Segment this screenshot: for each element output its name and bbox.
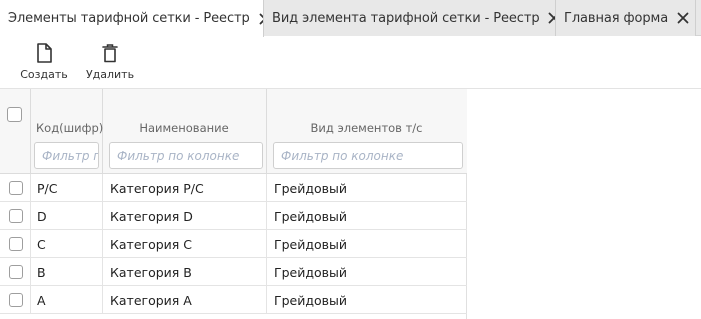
table-row[interactable]: P/C Категория P/C Грейдовый xyxy=(0,174,467,202)
create-label: Создать xyxy=(20,68,68,81)
cell-code: P/C xyxy=(37,180,58,196)
column-divider xyxy=(102,258,103,286)
row-checkbox[interactable] xyxy=(9,237,23,251)
filter-input-code[interactable]: Фильтр по колонке xyxy=(34,142,99,169)
cell-code: B xyxy=(37,264,46,280)
column-divider xyxy=(30,286,31,314)
column-divider xyxy=(30,89,31,174)
cell-kind: Грейдовый xyxy=(274,292,348,308)
column-header-code[interactable]: Код(шифр) xyxy=(36,121,103,135)
cell-name: Категория P/C xyxy=(110,180,204,196)
column-divider xyxy=(266,286,267,314)
column-divider xyxy=(102,230,103,258)
column-divider xyxy=(102,174,103,202)
column-divider xyxy=(30,258,31,286)
close-icon[interactable] xyxy=(548,10,555,26)
table-row[interactable]: D Категория D Грейдовый xyxy=(0,202,467,230)
cell-name: Категория A xyxy=(110,292,192,308)
table-row[interactable]: A Категория A Грейдовый xyxy=(0,286,467,314)
column-divider xyxy=(266,174,267,202)
table-row[interactable]: C Категория C Грейдовый xyxy=(0,230,467,258)
data-grid: Код(шифр) Наименование Вид элементов т/с… xyxy=(0,89,467,319)
column-header-name[interactable]: Наименование xyxy=(102,121,266,135)
tab-label: Главная форма xyxy=(564,10,669,26)
cell-kind: Грейдовый xyxy=(274,208,348,224)
column-divider xyxy=(30,174,31,202)
filter-input-name[interactable]: Фильтр по колонке xyxy=(109,142,263,169)
column-header-kind[interactable]: Вид элементов т/с xyxy=(266,121,467,135)
table-row[interactable]: B Категория B Грейдовый xyxy=(0,258,467,286)
delete-button[interactable]: Удалить xyxy=(84,42,136,86)
cell-name: Категория C xyxy=(110,236,193,252)
cell-name: Категория D xyxy=(110,208,193,224)
tab-main-form[interactable]: Главная форма xyxy=(556,0,696,36)
toolbar: Создать Удалить xyxy=(0,37,701,89)
tab-label: Вид элемента тарифной сетки - Реестр xyxy=(272,10,540,26)
cell-code: C xyxy=(37,236,46,252)
cell-kind: Грейдовый xyxy=(274,180,348,196)
delete-label: Удалить xyxy=(85,68,135,81)
row-checkbox[interactable] xyxy=(9,293,23,307)
column-divider xyxy=(266,202,267,230)
create-button[interactable]: Создать xyxy=(18,42,70,86)
document-icon xyxy=(35,42,53,64)
select-all-checkbox[interactable] xyxy=(7,107,22,122)
column-divider xyxy=(266,258,267,286)
cell-code: A xyxy=(37,292,46,308)
tab-tariff-elements-registry[interactable]: Элементы тарифной сетки - Реестр xyxy=(0,0,264,37)
column-divider xyxy=(266,230,267,258)
close-icon[interactable] xyxy=(677,10,689,26)
filter-input-kind[interactable]: Фильтр по колонке xyxy=(273,142,463,169)
grid-header: Код(шифр) Наименование Вид элементов т/с… xyxy=(0,89,467,174)
trash-icon xyxy=(101,42,119,64)
row-checkbox[interactable] xyxy=(9,181,23,195)
tab-tariff-element-kind-registry[interactable]: Вид элемента тарифной сетки - Реестр xyxy=(264,0,556,36)
column-divider xyxy=(102,202,103,230)
row-checkbox[interactable] xyxy=(9,209,23,223)
cell-code: D xyxy=(37,208,47,224)
column-divider xyxy=(30,202,31,230)
cell-kind: Грейдовый xyxy=(274,264,348,280)
column-divider xyxy=(102,286,103,314)
column-divider xyxy=(30,230,31,258)
tab-bar: Элементы тарифной сетки - Реестр Вид эле… xyxy=(0,0,701,37)
cell-name: Категория B xyxy=(110,264,192,280)
tab-label: Элементы тарифной сетки - Реестр xyxy=(8,11,250,26)
cell-kind: Грейдовый xyxy=(274,236,348,252)
row-checkbox[interactable] xyxy=(9,265,23,279)
